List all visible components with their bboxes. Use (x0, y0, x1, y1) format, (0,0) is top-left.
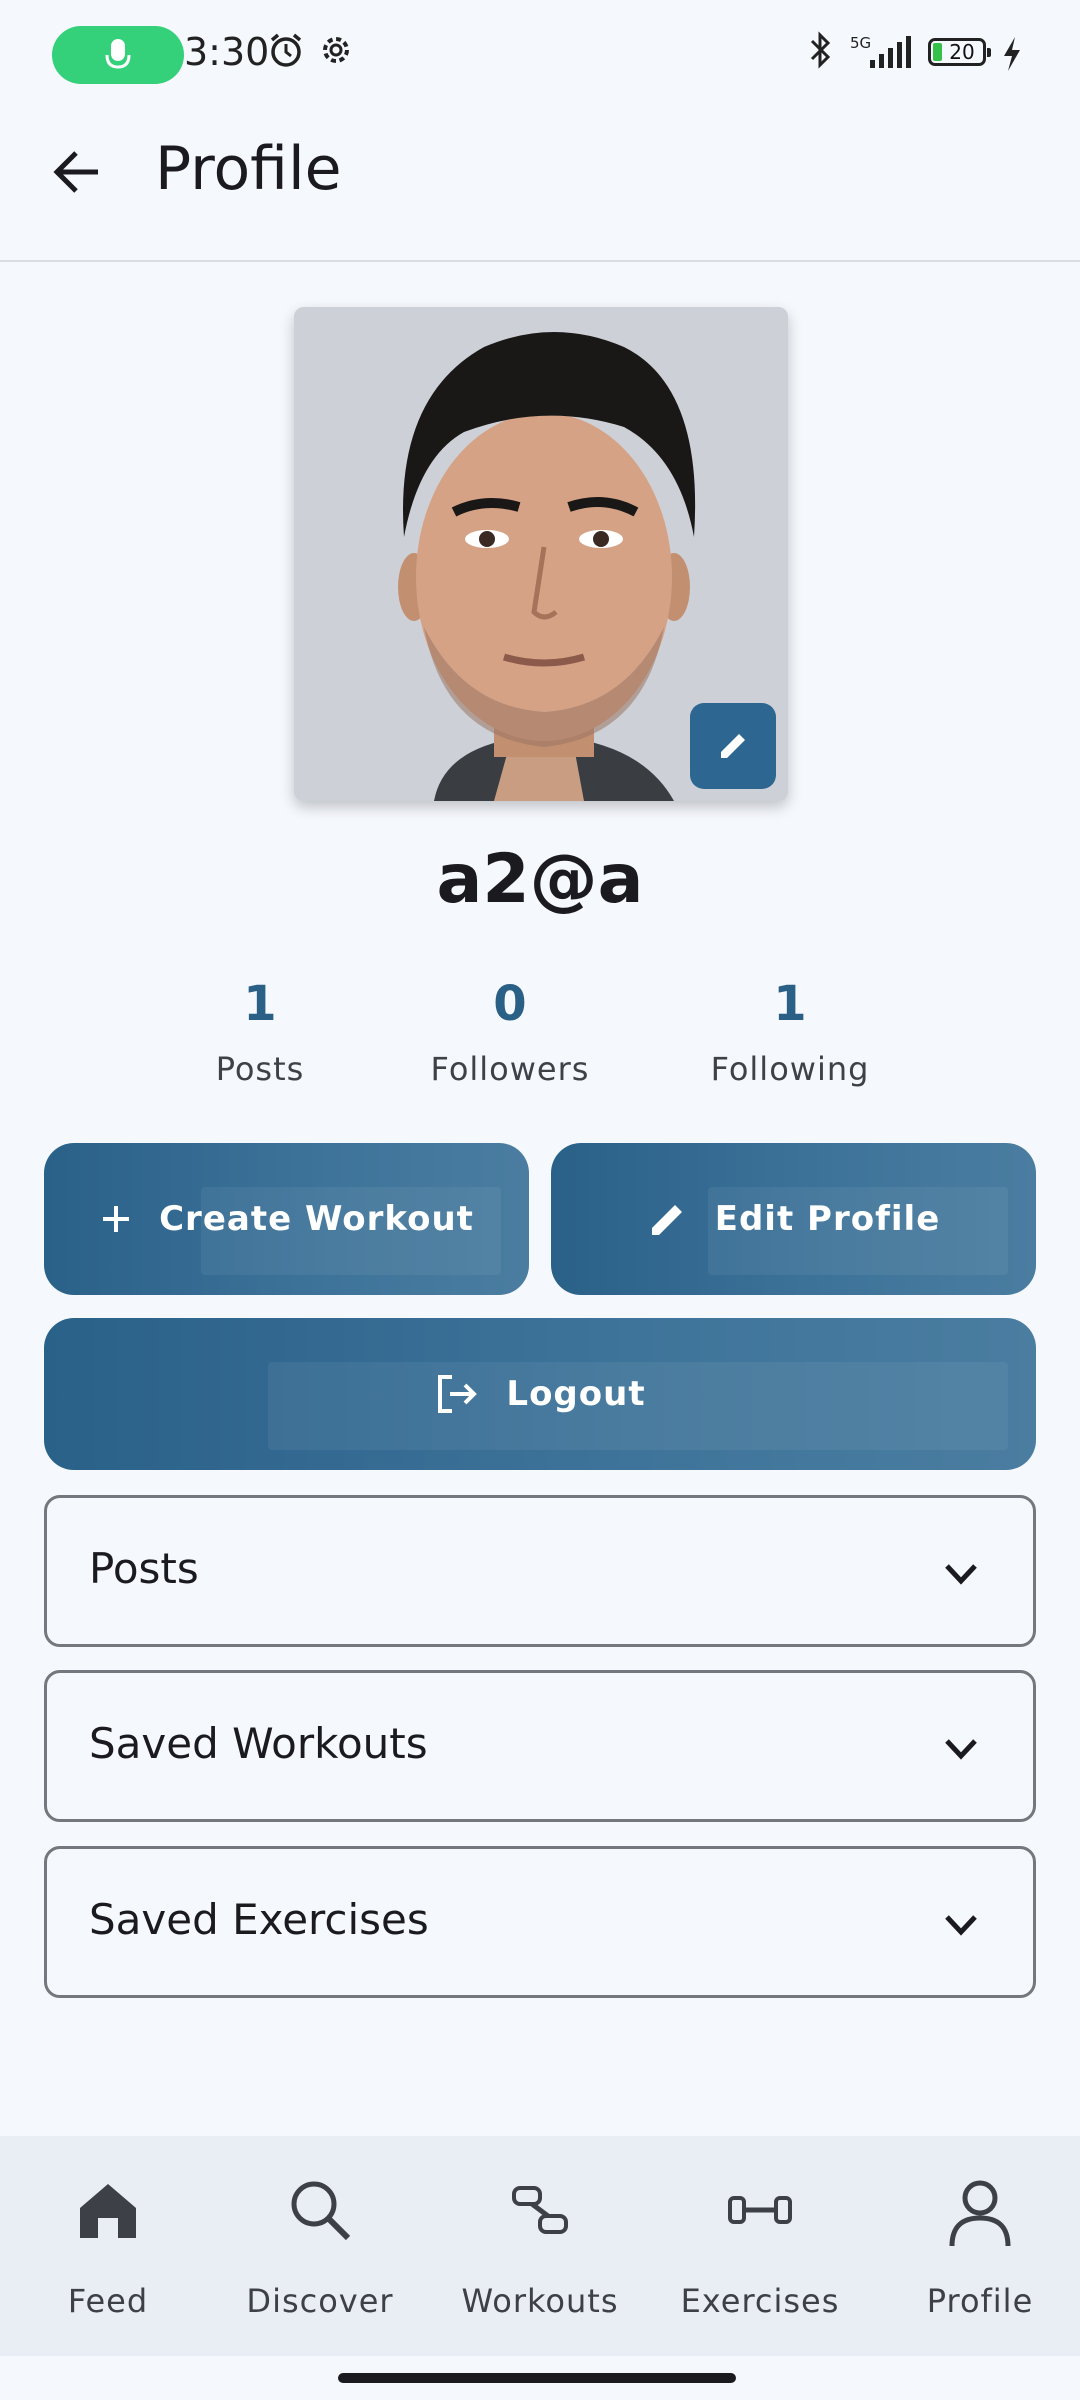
pencil-icon (651, 1205, 682, 1235)
home-icon (80, 2184, 136, 2238)
nav-item-discover[interactable]: Discover (212, 2136, 428, 2356)
stat-following-label: Following (710, 1050, 870, 1088)
status-time: 3:30 (184, 30, 270, 74)
logout-label: Logout (506, 1374, 646, 1414)
person-icon (949, 2180, 1011, 2247)
signal-icon (870, 36, 911, 68)
stat-followers-label: Followers (430, 1050, 590, 1088)
page-title: Profile (155, 134, 342, 204)
posts-section-label: Posts (89, 1544, 199, 1593)
posts-section[interactable]: Posts (44, 1495, 1036, 1647)
nav-item-feed[interactable]: Feed (0, 2136, 216, 2356)
edit-profile-label: Edit Profile (714, 1199, 941, 1239)
app-bar: Profile (0, 110, 1080, 262)
bottom-navigation: Feed Discover Workouts Exercises Profile (0, 2136, 1080, 2356)
bluetooth-icon (810, 31, 831, 69)
nav-item-workouts[interactable]: Workouts (432, 2136, 648, 2356)
chevron-down-icon (945, 1739, 977, 1760)
mic-indicator (52, 26, 184, 84)
home-indicator[interactable] (338, 2373, 736, 2383)
battery-indicator: 20 (928, 38, 991, 66)
plus-icon (103, 1206, 130, 1232)
chevron-down-icon (945, 1915, 977, 1936)
stat-followers-count: 0 (493, 976, 527, 1032)
nav-profile-label: Profile (926, 2282, 1034, 2320)
chevron-down-icon (945, 1564, 977, 1585)
back-arrow-icon[interactable] (46, 140, 110, 204)
charging-icon (1004, 37, 1020, 71)
stat-posts-label: Posts (215, 1050, 305, 1088)
saved-exercises-section[interactable]: Saved Exercises (44, 1846, 1036, 1998)
username: a2@a (436, 840, 644, 919)
dumbbell-icon (512, 2186, 568, 2234)
nav-item-profile[interactable]: Profile (872, 2136, 1080, 2356)
saved-exercises-label: Saved Exercises (89, 1895, 429, 1944)
stat-posts-count: 1 (243, 976, 277, 1032)
status-bar: 3:30 5G 20 (0, 0, 1080, 110)
settings-gear-icon (323, 37, 349, 63)
battery-level: 20 (949, 40, 975, 64)
nav-item-exercises[interactable]: Exercises (652, 2136, 868, 2356)
nav-feed-label: Feed (67, 2282, 149, 2320)
microphone-icon (105, 39, 131, 69)
logout-button[interactable]: Logout (44, 1318, 1036, 1470)
pencil-icon (721, 734, 745, 758)
create-workout-label: Create Workout (159, 1199, 474, 1239)
barbell-icon (728, 2196, 792, 2224)
nav-discover-label: Discover (246, 2282, 394, 2320)
stat-following-count: 1 (773, 976, 807, 1032)
nav-workouts-label: Workouts (461, 2282, 619, 2320)
search-icon (291, 2181, 351, 2241)
alarm-icon (270, 33, 302, 67)
stat-following[interactable]: 1 Following (670, 976, 910, 1088)
saved-workouts-section[interactable]: Saved Workouts (44, 1670, 1036, 1822)
edit-avatar-button[interactable] (690, 703, 776, 789)
edit-profile-button[interactable]: Edit Profile (551, 1143, 1036, 1295)
create-workout-button[interactable]: Create Workout (44, 1143, 529, 1295)
saved-workouts-label: Saved Workouts (89, 1719, 428, 1768)
nav-exercises-label: Exercises (680, 2282, 840, 2320)
stat-followers[interactable]: 0 Followers (390, 976, 630, 1088)
stat-posts[interactable]: 1 Posts (140, 976, 380, 1088)
